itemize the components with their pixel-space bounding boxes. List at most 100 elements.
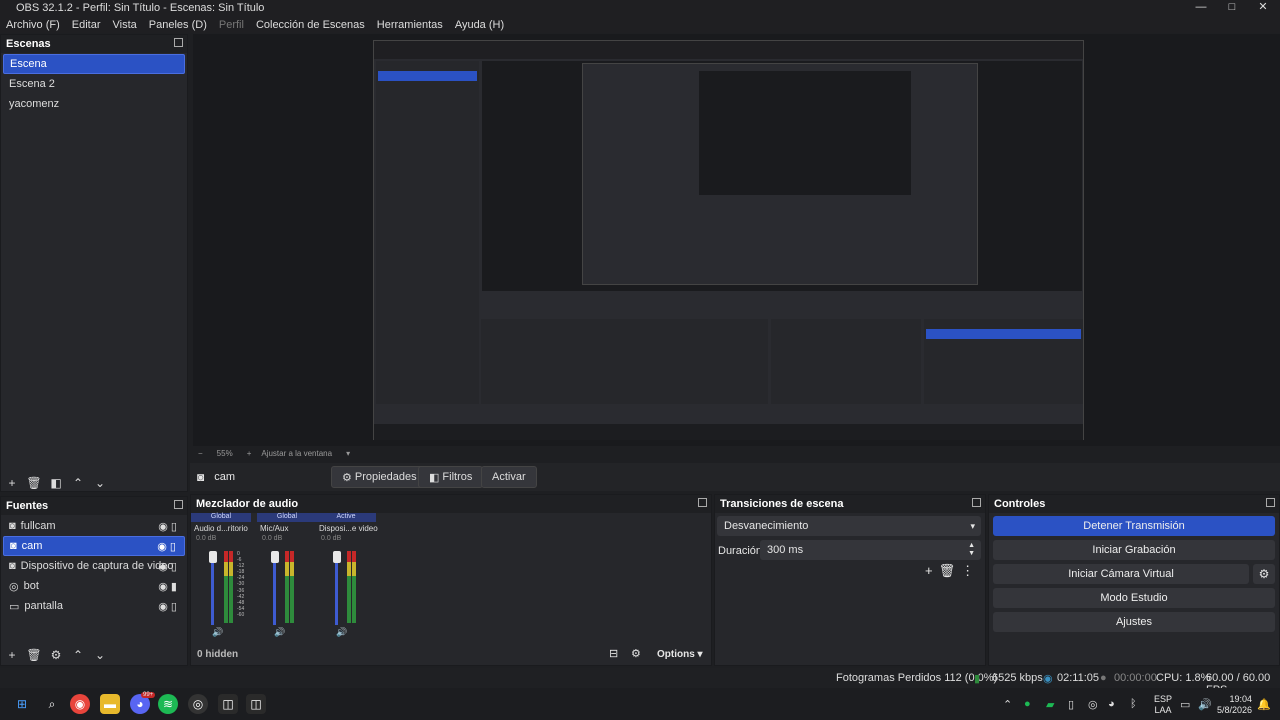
activate-button[interactable]: Activar <box>481 466 537 488</box>
menu-herramientas[interactable]: Herramientas <box>377 19 443 31</box>
minimize-button[interactable]: — <box>1186 0 1216 14</box>
more-icon[interactable]: ⋮ <box>961 563 974 579</box>
add-icon[interactable]: + <box>925 563 933 579</box>
bluetooth-icon[interactable]: ᛒ <box>1130 698 1137 710</box>
menu-editar[interactable]: Editar <box>72 19 101 31</box>
volume-icon[interactable]: 🔊 <box>1198 698 1212 711</box>
source-item[interactable]: ◙ Dispositivo de captura de video ◉ ▯ <box>3 556 185 576</box>
eye-icon[interactable]: ◉ ▯ <box>158 520 177 533</box>
source-item[interactable]: ◙ cam ◉ ▯ <box>3 536 185 556</box>
undock-icon[interactable] <box>174 38 183 47</box>
trash-icon[interactable]: 🗑 <box>25 647 43 663</box>
chevron-down-icon[interactable]: ⌄ <box>91 647 109 663</box>
spotify-tray-icon[interactable]: ● <box>1024 698 1031 710</box>
trash-icon[interactable]: 🗑 <box>25 475 43 491</box>
usb-icon[interactable]: ▯ <box>1068 698 1074 711</box>
source-item[interactable]: ◎ bot ◉ ▮ <box>3 576 185 596</box>
window-title: OBS 32.1.2 - Perfil: Sin Título - Escena… <box>16 2 265 14</box>
discord-tray-icon[interactable]: ◕ <box>1108 698 1115 710</box>
add-icon[interactable]: + <box>3 647 21 663</box>
chevron-up-icon[interactable]: ⌃ <box>69 475 87 491</box>
maximize-button[interactable]: □ <box>1217 0 1247 14</box>
search-icon[interactable]: ⌕ <box>42 694 62 714</box>
eye-icon[interactable]: ◉ ▯ <box>158 560 177 573</box>
fader-knob[interactable] <box>209 551 217 563</box>
network-icon[interactable]: ▭ <box>1180 698 1190 711</box>
duration-label: Duración <box>718 545 763 557</box>
filters-button[interactable]: ◧ Filtros <box>418 466 484 488</box>
zoom-out-button[interactable]: − <box>198 449 203 458</box>
spinner-arrows-icon[interactable]: ▲ ▼ <box>968 542 975 558</box>
nvidia-icon[interactable]: ▰ <box>1046 698 1054 711</box>
file-explorer-icon[interactable]: ▬ <box>100 694 120 714</box>
menu-vista[interactable]: Vista <box>113 19 137 31</box>
fader-knob[interactable] <box>271 551 279 563</box>
speaker-icon[interactable]: 🔊 <box>336 627 347 638</box>
menu-perfil[interactable]: Perfil <box>219 19 244 31</box>
speaker-icon[interactable]: 🔊 <box>274 627 285 638</box>
studio-mode-button[interactable]: Modo Estudio <box>993 588 1275 608</box>
chevron-down-icon[interactable]: ⌄ <box>91 475 109 491</box>
language-indicator[interactable]: ESP LAA <box>1154 694 1172 716</box>
chevron-up-icon[interactable]: ⌃ <box>1003 698 1012 711</box>
volume-fader[interactable] <box>273 553 276 625</box>
zoom-in-button[interactable]: + <box>247 449 252 458</box>
chevron-up-icon[interactable]: ⌃ <box>69 647 87 663</box>
chrome-icon[interactable]: ◉ <box>70 694 90 714</box>
virtualcam-settings-button[interactable]: ⚙ <box>1253 564 1275 584</box>
eye-icon[interactable]: ◉ ▯ <box>158 600 177 613</box>
menu-archivo[interactable]: Archivo (F) <box>6 19 60 31</box>
obs-icon[interactable]: ◎ <box>188 694 208 714</box>
windows-start-icon[interactable]: ⊞ <box>12 694 32 714</box>
obs-tray-icon[interactable]: ◎ <box>1088 698 1098 711</box>
channel-name[interactable]: Audio d...ritorio <box>194 524 251 533</box>
chevron-down-icon[interactable]: ▾ <box>346 449 350 458</box>
speaker-icon[interactable]: 🔊 <box>212 627 223 638</box>
undock-icon[interactable] <box>698 498 707 507</box>
source-item[interactable]: ◙ fullcam ◉ ▯ <box>3 516 185 536</box>
gear-icon[interactable]: ⚙ <box>47 647 65 663</box>
channel-name[interactable]: Mic/Aux <box>260 524 317 533</box>
source-item[interactable]: ▭ pantalla ◉ ▯ <box>3 596 185 616</box>
stop-stream-button[interactable]: Detener Transmisión <box>993 516 1275 536</box>
eye-icon[interactable]: ◉ ▯ <box>157 540 176 553</box>
volume-fader[interactable] <box>211 553 214 625</box>
menu-ayuda[interactable]: Ayuda (H) <box>455 19 504 31</box>
filter-icon: ◧ <box>429 471 440 484</box>
undock-icon[interactable] <box>972 498 981 507</box>
filter-icon[interactable]: ◧ <box>47 475 65 491</box>
db-tick: -48 <box>237 599 245 606</box>
clock[interactable]: 19:04 5/8/2026 <box>1216 694 1252 716</box>
spotify-icon[interactable]: ≋ <box>158 694 178 714</box>
bell-icon[interactable]: 🔔 <box>1257 698 1271 711</box>
add-icon[interactable]: + <box>3 475 21 491</box>
properties-button[interactable]: ⚙ Propiedades <box>331 466 428 488</box>
duration-spinbox[interactable]: 300 ms ▲ ▼ <box>760 540 981 560</box>
camera-icon: ◙ <box>9 520 16 532</box>
capcut-icon-2[interactable]: ◫ <box>246 694 266 714</box>
scene-item[interactable]: yacomenz <box>3 94 185 114</box>
options-button[interactable]: Options ▾ <box>657 649 703 660</box>
menu-coleccion[interactable]: Colección de Escenas <box>256 19 365 31</box>
undock-icon[interactable] <box>174 500 183 509</box>
trash-icon[interactable]: 🗑 <box>939 563 956 579</box>
gear-icon: ⚙ <box>1258 567 1270 581</box>
zoom-fit-select[interactable]: Ajustar a la ventana <box>261 449 332 458</box>
settings-button[interactable]: Ajustes <box>993 612 1275 632</box>
settings-icon[interactable]: ⚙ <box>631 647 641 660</box>
scene-item[interactable]: Escena <box>3 54 185 74</box>
layout-icon[interactable]: ⊟ <box>609 647 618 660</box>
undock-icon[interactable] <box>1266 498 1275 507</box>
eye-icon[interactable]: ◉ ▮ <box>158 580 177 593</box>
fader-knob[interactable] <box>333 551 341 563</box>
start-recording-button[interactable]: Iniciar Grabación <box>993 540 1275 560</box>
channel-name[interactable]: Disposi...e video <box>319 524 378 533</box>
filters-label: Filtros <box>442 471 473 483</box>
transition-select[interactable]: Desvanecimiento ▾ <box>717 516 981 536</box>
start-virtualcam-button[interactable]: Iniciar Cámara Virtual <box>993 564 1249 584</box>
menu-paneles[interactable]: Paneles (D) <box>149 19 207 31</box>
close-button[interactable]: ✕ <box>1248 0 1278 14</box>
scene-item[interactable]: Escena 2 <box>3 74 185 94</box>
capcut-icon[interactable]: ◫ <box>218 694 238 714</box>
volume-fader[interactable] <box>335 553 338 625</box>
